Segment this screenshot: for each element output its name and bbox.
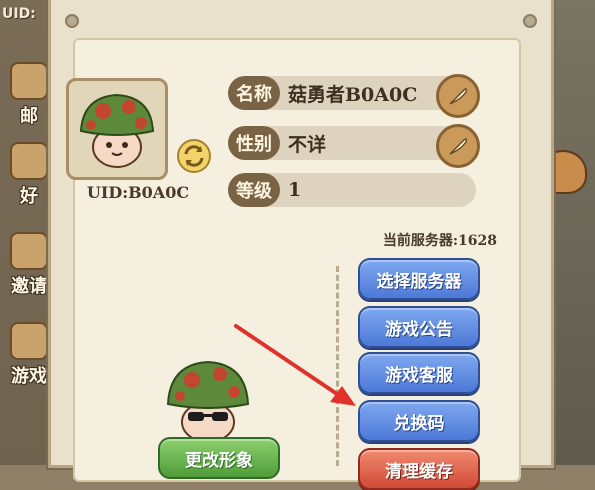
invite-icon [10, 232, 48, 270]
mushroom-avatar-icon [79, 93, 155, 168]
uid-label: UID:B0A0C [86, 183, 190, 202]
level-row: 等级 1 [228, 173, 476, 207]
side-button-label: 邮 [20, 106, 38, 127]
side-button-friends[interactable]: 好 [4, 142, 54, 208]
refresh-avatar-icon[interactable] [176, 138, 212, 174]
edit-gender-button[interactable] [436, 124, 480, 168]
redeem-code-button[interactable]: 兑换码 [358, 400, 480, 442]
name-row: 名称 菇勇者B0A0C [228, 76, 464, 110]
level-key: 等级 [228, 173, 280, 207]
side-button-mail[interactable]: 邮 [4, 62, 54, 128]
customer-service-button[interactable]: 游戏客服 [358, 352, 480, 394]
dashed-divider [336, 266, 339, 466]
rivet-icon [523, 14, 537, 28]
mail-icon [10, 62, 48, 100]
side-button-label: 好 [20, 186, 38, 207]
gender-key: 性别 [228, 126, 280, 160]
avatar[interactable] [66, 78, 168, 180]
current-server-label: 当前服务器:1628 [382, 233, 497, 249]
announcement-button[interactable]: 游戏公告 [358, 306, 480, 348]
side-button-invite[interactable]: 邀请 [4, 232, 54, 298]
gender-value: 不详 [288, 133, 327, 156]
side-button-label: 游戏 [11, 366, 47, 387]
friends-icon [10, 142, 48, 180]
rivet-icon [65, 14, 79, 28]
side-button-label: 邀请 [11, 276, 47, 297]
game-icon [10, 322, 48, 360]
gender-row: 性别 不详 [228, 126, 464, 160]
level-value: 1 [288, 179, 302, 201]
side-button-game[interactable]: 游戏 [4, 322, 54, 388]
mushroom-character-icon [166, 360, 250, 443]
feather-pen-icon [449, 88, 467, 105]
clear-cache-button[interactable]: 清理缓存 [358, 448, 480, 490]
select-server-button[interactable]: 选择服务器 [358, 258, 480, 300]
change-appearance-button[interactable]: 更改形象 [158, 437, 280, 479]
name-key: 名称 [228, 76, 280, 110]
name-value: 菇勇者B0A0C [288, 83, 418, 106]
feather-pen-icon [449, 138, 467, 155]
background-uid-text: UID: [2, 6, 36, 22]
edit-name-button[interactable] [436, 74, 480, 118]
